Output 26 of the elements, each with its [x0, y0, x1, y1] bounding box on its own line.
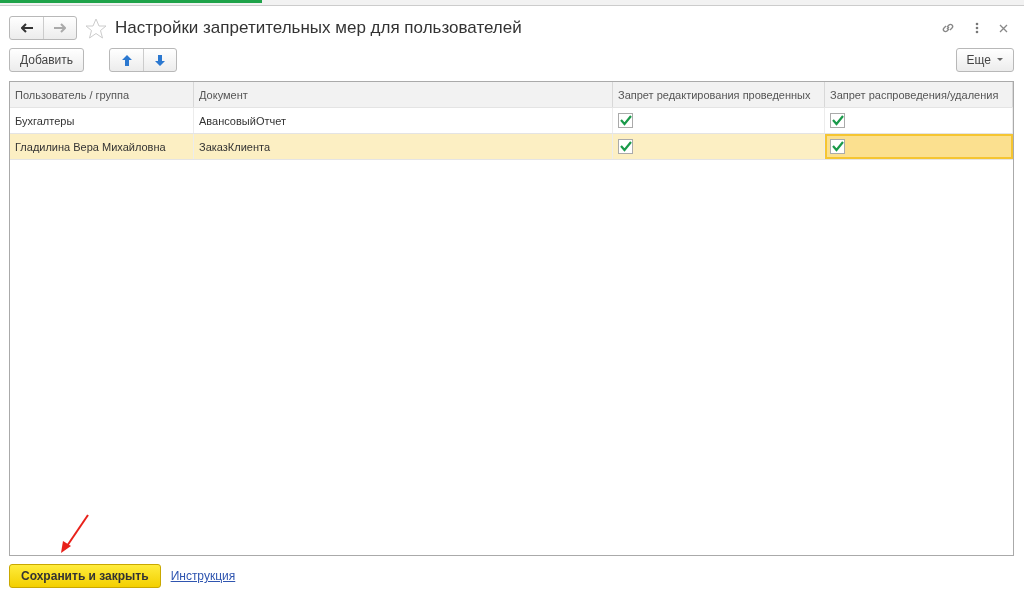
- star-icon[interactable]: [85, 17, 107, 39]
- table-cell: АвансовыйОтчет: [194, 108, 613, 133]
- up-arrow-icon: [121, 54, 132, 66]
- add-button[interactable]: Добавить: [9, 48, 85, 72]
- checkbox[interactable]: [830, 113, 845, 128]
- column-header[interactable]: Документ: [194, 82, 613, 107]
- save-and-close-button[interactable]: Сохранить и закрыть: [9, 564, 161, 588]
- annotation-arrow: [58, 514, 90, 554]
- table-row[interactable]: Бухгалтеры АвансовыйОтчет: [10, 108, 1013, 134]
- caret-icon: [997, 58, 1003, 62]
- left-arrow-icon: [20, 23, 33, 33]
- checkbox[interactable]: [618, 139, 633, 154]
- table-cell: ЗаказКлиента: [194, 134, 613, 159]
- table-row[interactable]: Гладилина Вера Михайловна ЗаказКлиента: [10, 134, 1013, 160]
- more-button[interactable]: Еще: [955, 48, 1014, 72]
- table-cell: Гладилина Вера Михайловна: [10, 134, 194, 159]
- right-arrow-icon: [54, 23, 66, 33]
- column-header[interactable]: Пользователь / группа: [10, 82, 194, 107]
- down-arrow-icon: [155, 54, 166, 66]
- instruction-link[interactable]: Инструкция: [170, 569, 236, 583]
- window-title: Настройки запретительных мер для пользователей: [115, 18, 523, 38]
- checkbox[interactable]: [618, 113, 633, 128]
- table-cell: Бухгалтеры: [10, 108, 194, 133]
- column-header[interactable]: Запрет редактирования проведенных: [613, 82, 825, 107]
- column-header[interactable]: Запрет распроведения/удаления: [825, 82, 1013, 107]
- checkbox[interactable]: [830, 139, 845, 154]
